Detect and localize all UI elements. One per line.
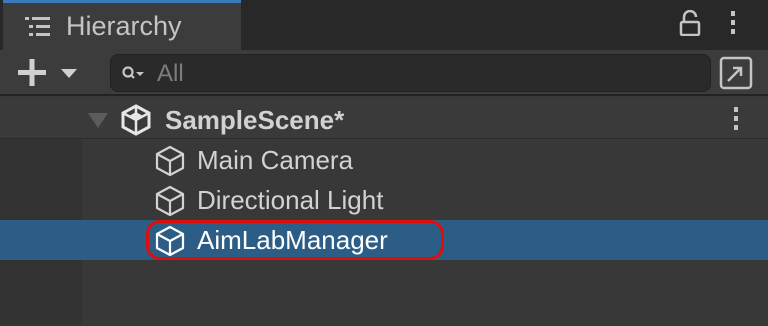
search-input[interactable]	[155, 58, 699, 90]
hierarchy-tree: SampleScene* Main Camera Directional Lig…	[0, 96, 768, 326]
scene-name: SampleScene*	[165, 105, 345, 135]
gameobject-name: Directional Light	[197, 185, 384, 215]
gameobject-cube-icon	[155, 185, 185, 217]
tab-strip: Hierarchy	[0, 0, 768, 50]
hierarchy-window: Hierarchy All SampleScene* Main Camera D…	[0, 0, 768, 326]
annotation-highlight	[146, 220, 444, 260]
scene-row[interactable]: SampleScene*	[0, 98, 768, 139]
gameobject-row-aimlabmanager[interactable]: AimLabManager	[0, 220, 768, 260]
scene-visibility-icon[interactable]	[716, 54, 756, 92]
foldout-arrow-icon[interactable]	[88, 110, 108, 130]
search-icon	[122, 66, 144, 79]
gameobject-name: Main Camera	[197, 145, 354, 175]
gameobject-row-main-camera[interactable]: Main Camera	[0, 140, 768, 180]
toolbar	[0, 50, 768, 96]
add-dropdown-button[interactable]	[14, 56, 84, 90]
tab-hierarchy[interactable]: Hierarchy	[3, 0, 241, 50]
tab-title: Hierarchy	[66, 11, 182, 41]
more-options-icon[interactable]	[726, 10, 740, 36]
search-field[interactable]	[110, 54, 711, 92]
lock-icon[interactable]	[679, 10, 701, 36]
hierarchy-list-icon	[25, 17, 50, 36]
gameobject-row-directional-light[interactable]: Directional Light	[0, 180, 768, 220]
scene-options-icon[interactable]	[729, 106, 743, 132]
unity-scene-icon	[121, 104, 151, 136]
gameobject-cube-icon	[155, 145, 185, 177]
